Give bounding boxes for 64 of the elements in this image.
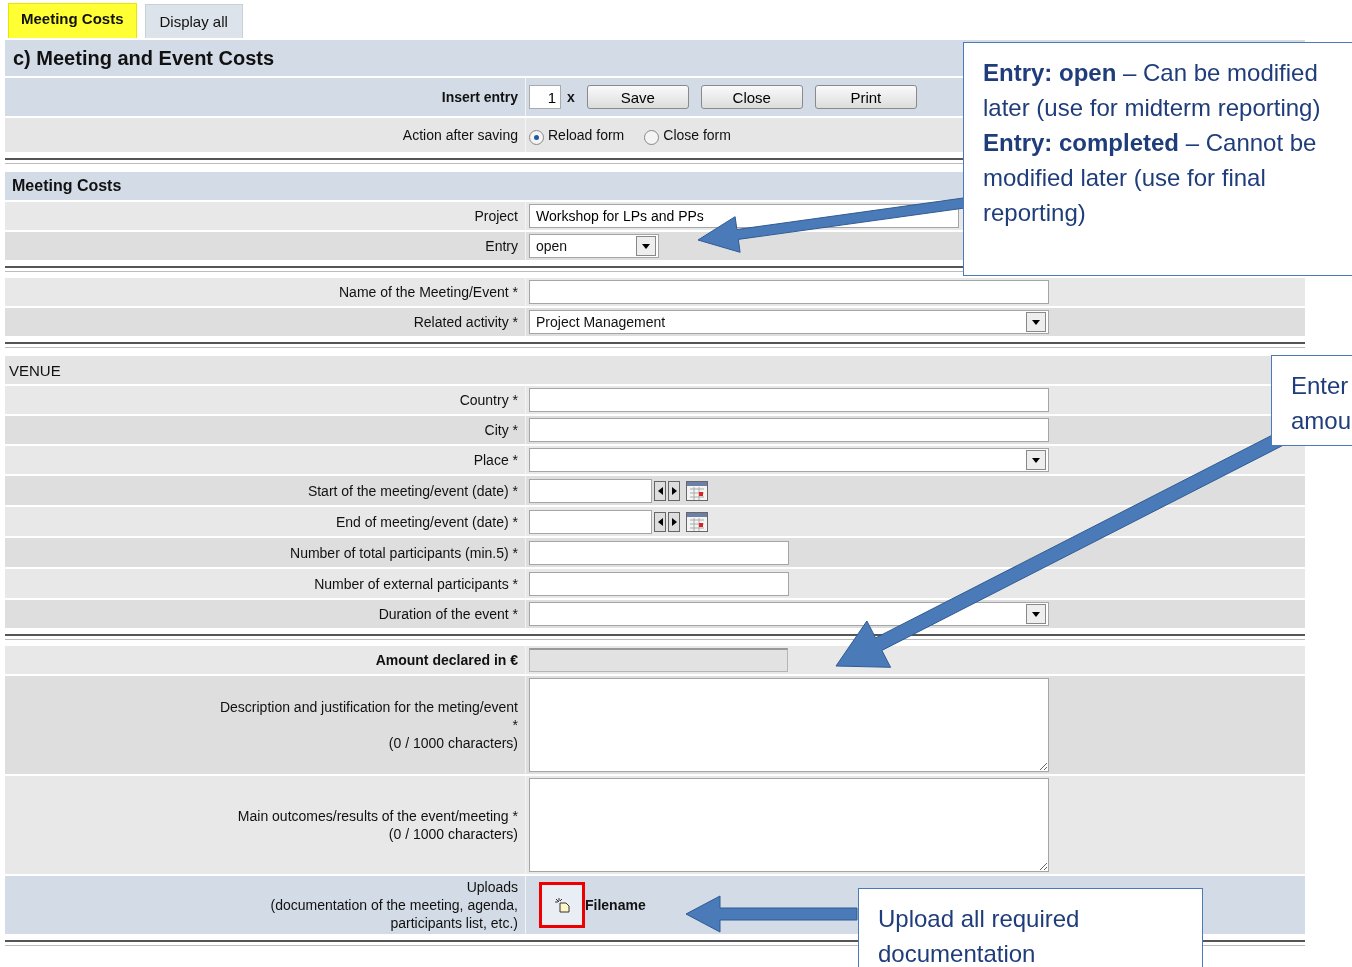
form-button[interactable]: Save [586, 85, 689, 109]
column-header: Filename [585, 897, 646, 913]
caret-icon [1032, 457, 1040, 463]
count-field[interactable]: 1 [529, 85, 561, 109]
upload-button[interactable] [539, 882, 585, 928]
field-label: Main outcomes/results of the event/meeting * [237, 807, 518, 825]
caret-icon [1032, 611, 1040, 617]
field-note: (documentation of the meeting, agenda, participants list, etc.) [269, 896, 518, 932]
previous-button[interactable] [654, 511, 666, 532]
previous-button[interactable] [654, 480, 666, 501]
date-field[interactable] [529, 478, 652, 503]
tab[interactable]: Meeting Costs [8, 3, 137, 38]
field-label: City * [483, 421, 519, 439]
dropdown[interactable]: Project Management [529, 310, 1049, 334]
field-label: Insert entry [440, 88, 519, 106]
field-label: Description and justification for the meting/event * [218, 698, 518, 734]
field-label: Amount declared in € [374, 651, 519, 669]
text-field[interactable] [529, 540, 789, 565]
radio-option[interactable]: Close form [644, 125, 731, 145]
field-label: Action after saving [401, 126, 519, 144]
dropdown[interactable] [529, 448, 1049, 472]
caret-icon [642, 243, 650, 249]
caret-icon [1032, 319, 1040, 325]
times-sign: x [567, 89, 575, 105]
field-note: (0 / 1000 characters) [388, 734, 518, 752]
field-label: Start of the meeting/event (date) * [306, 481, 519, 500]
form-button[interactable]: Close [700, 85, 803, 109]
right-triangle-icon [671, 486, 677, 495]
field-label: Duration of the event * [377, 605, 519, 623]
field-label: Name of the Meeting/Event * [338, 283, 519, 301]
text-field[interactable] [529, 280, 1049, 304]
dropdown[interactable] [529, 602, 1049, 626]
field-label: Related activity * [412, 313, 519, 331]
text-field[interactable] [529, 388, 1049, 412]
text-field[interactable] [529, 418, 1049, 442]
new-file-icon [554, 897, 570, 913]
field-label: Number of external participants * [313, 574, 519, 593]
right-triangle-icon [671, 517, 677, 526]
field-label: Country * [458, 391, 519, 409]
dropdown[interactable]: open [529, 234, 659, 258]
radio-icon[interactable] [529, 129, 544, 145]
radio-icon[interactable] [644, 129, 660, 145]
tab[interactable]: Display all [144, 4, 243, 38]
form-button[interactable]: Print [814, 85, 917, 109]
left-triangle-icon [657, 517, 663, 526]
field-label: Entry [484, 237, 519, 255]
field-label: End of meeting/event (date) * [334, 512, 519, 531]
field-label: Project [473, 207, 519, 225]
text-area[interactable] [529, 678, 1049, 772]
text-area[interactable] [529, 778, 1049, 872]
field-label: Place * [472, 451, 519, 469]
calendar-icon[interactable] [686, 511, 708, 532]
calendar-icon[interactable] [686, 480, 708, 501]
next-button[interactable] [668, 480, 680, 501]
radio-option[interactable]: Reload form [529, 125, 625, 145]
left-triangle-icon [657, 486, 663, 495]
next-button[interactable] [668, 511, 680, 532]
callout-text: Upload all required documentation [878, 904, 1081, 967]
date-field[interactable] [529, 509, 652, 534]
field-label: Number of total participants (min.5) * [289, 543, 519, 562]
callout-text: amou [1291, 406, 1352, 436]
text-field[interactable] [529, 571, 789, 596]
field-label: Uploads [466, 878, 518, 896]
field-note: (0 / 1000 characters) [388, 825, 518, 843]
